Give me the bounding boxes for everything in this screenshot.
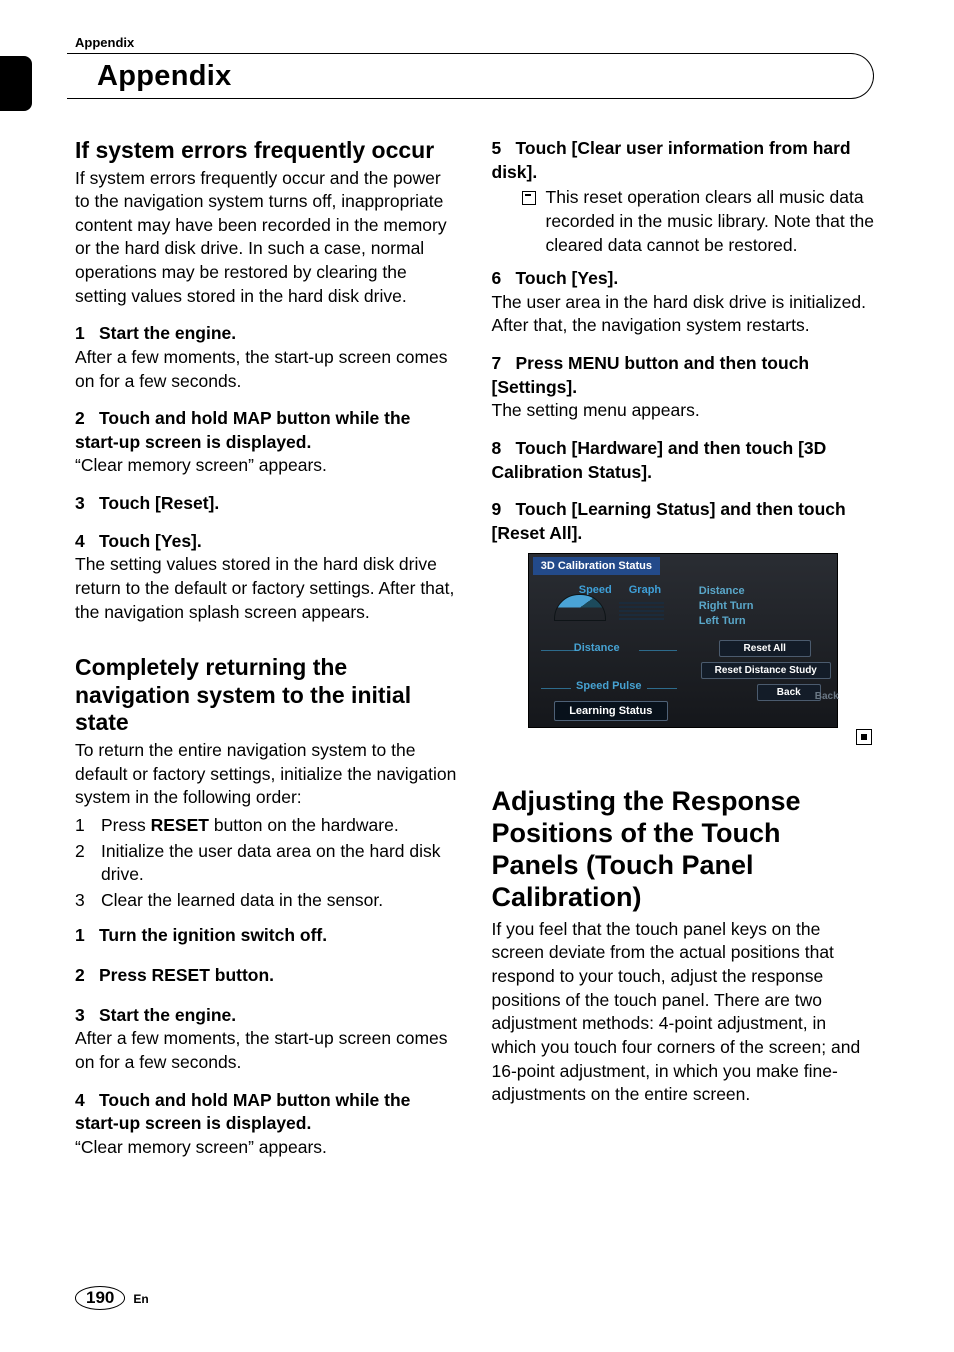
section-intro: If system errors frequently occur and th… <box>75 167 458 309</box>
reset-all-button: Reset All <box>719 640 811 657</box>
screen-capture: 3D Calibration Status Speed Graph Distan… <box>528 553 838 728</box>
step-heading: 4Touch [Yes]. <box>75 530 458 554</box>
info-list: Distance Right Turn Left Turn <box>699 584 754 629</box>
step-body: The setting menu appears. <box>492 399 875 423</box>
step-heading: 1Turn the ignition switch off. <box>75 924 458 948</box>
gauge-icon <box>554 594 606 621</box>
section-heading-return: Completely returning the navigation syst… <box>75 654 458 737</box>
right-column: 5Touch [Clear user information from hard… <box>492 137 875 1173</box>
step-number: 3 <box>75 1004 99 1028</box>
step-number: 2 <box>75 407 99 431</box>
figure-3d-calibration: 3D Calibration Status Speed Graph Distan… <box>528 553 838 728</box>
step-heading: 3Touch [Reset]. <box>75 492 458 516</box>
step-number: 2 <box>75 964 99 988</box>
note-icon <box>522 191 536 205</box>
learning-status-button: Learning Status <box>554 701 668 721</box>
step-title: Touch and hold MAP button while the star… <box>75 1090 410 1134</box>
step-title: Touch [Reset]. <box>99 493 219 513</box>
running-header: Appendix <box>75 35 874 50</box>
step-body: “Clear memory screen” appears. <box>75 454 458 478</box>
step-number: 6 <box>492 267 516 291</box>
step-title: Start the engine. <box>99 1005 236 1025</box>
note: This reset operation clears all music da… <box>492 186 875 257</box>
step-heading: 2Press RESET button. <box>75 964 458 988</box>
step-body: After a few moments, the start-up screen… <box>75 1027 458 1074</box>
label-distance2: Distance <box>574 642 620 654</box>
page-number: 190 <box>75 1286 125 1310</box>
page-footer: 190 En <box>75 1286 149 1310</box>
step-number: 3 <box>75 492 99 516</box>
label-left-turn: Left Turn <box>699 614 754 629</box>
section-end <box>492 728 873 746</box>
step-heading: 4Touch and hold MAP button while the sta… <box>75 1089 458 1136</box>
screen-title: 3D Calibration Status <box>533 557 660 575</box>
step-title: Touch [Yes]. <box>99 531 202 551</box>
step-number: 4 <box>75 530 99 554</box>
label-speed-pulse: Speed Pulse <box>569 680 649 692</box>
step-title: Touch and hold MAP button while the star… <box>75 408 410 452</box>
step-heading: 6Touch [Yes]. <box>492 267 875 291</box>
ordered-list: 1Press RESET button on the hardware. 2In… <box>75 814 458 913</box>
step-body: The setting values stored in the hard di… <box>75 553 458 624</box>
language-code: En <box>133 1292 148 1306</box>
step-title: Touch [Yes]. <box>516 268 619 288</box>
step-heading: 5Touch [Clear user information from hard… <box>492 137 875 184</box>
step-title: Press MENU button and then touch [Settin… <box>492 353 810 397</box>
reset-distance-study-button: Reset Distance Study <box>701 662 831 679</box>
note-text: This reset operation clears all music da… <box>546 186 875 257</box>
step-title: Touch [Clear user information from hard … <box>492 138 851 182</box>
list-item: 1Press RESET button on the hardware. <box>75 814 458 838</box>
step-title: Turn the ignition switch off. <box>99 925 327 945</box>
graph-icon <box>619 602 664 620</box>
step-heading: 3Start the engine. <box>75 1004 458 1028</box>
left-column: If system errors frequently occur If sys… <box>75 137 458 1173</box>
divider <box>541 688 571 689</box>
step-title: Press RESET button. <box>99 965 274 985</box>
step-heading: 7Press MENU button and then touch [Setti… <box>492 352 875 399</box>
step-body: After a few moments, the start-up screen… <box>75 346 458 393</box>
step-number: 8 <box>492 437 516 461</box>
step-number: 1 <box>75 322 99 346</box>
step-body: “Clear memory screen” appears. <box>75 1136 458 1160</box>
label-graph: Graph <box>629 584 661 596</box>
section-body: If you feel that the touch panel keys on… <box>492 918 875 1107</box>
page: Appendix Appendix If system errors frequ… <box>0 0 954 1352</box>
step-body: The user area in the hard disk drive is … <box>492 291 875 338</box>
label-right-turn: Right Turn <box>699 599 754 614</box>
step-number: 4 <box>75 1089 99 1113</box>
step-number: 9 <box>492 498 516 522</box>
list-item: 2Initialize the user data area on the ha… <box>75 840 458 887</box>
divider <box>639 650 677 651</box>
list-item: 3Clear the learned data in the sensor. <box>75 889 458 913</box>
step-number: 5 <box>492 137 516 161</box>
step-title: Touch [Hardware] and then touch [3D Cali… <box>492 438 827 482</box>
divider <box>647 688 677 689</box>
section-intro: To return the entire navigation system t… <box>75 739 458 810</box>
end-mark-icon <box>856 729 872 745</box>
chapter-banner: Appendix <box>75 53 874 99</box>
back-label: Back <box>809 689 845 704</box>
step-number: 7 <box>492 352 516 376</box>
step-title: Touch [Learning Status] and then touch [… <box>492 499 846 543</box>
content-columns: If system errors frequently occur If sys… <box>75 137 874 1173</box>
step-heading: 8Touch [Hardware] and then touch [3D Cal… <box>492 437 875 484</box>
section-heading-errors: If system errors frequently occur <box>75 137 458 165</box>
side-tab <box>0 56 32 111</box>
step-heading: 1Start the engine. <box>75 322 458 346</box>
step-heading: 2Touch and hold MAP button while the sta… <box>75 407 458 454</box>
section-heading-calibration: Adjusting the Response Positions of the … <box>492 786 875 913</box>
step-title: Start the engine. <box>99 323 236 343</box>
step-number: 1 <box>75 924 99 948</box>
step-heading: 9Touch [Learning Status] and then touch … <box>492 498 875 545</box>
chapter-title: Appendix <box>75 60 232 93</box>
label-distance: Distance <box>699 584 754 599</box>
